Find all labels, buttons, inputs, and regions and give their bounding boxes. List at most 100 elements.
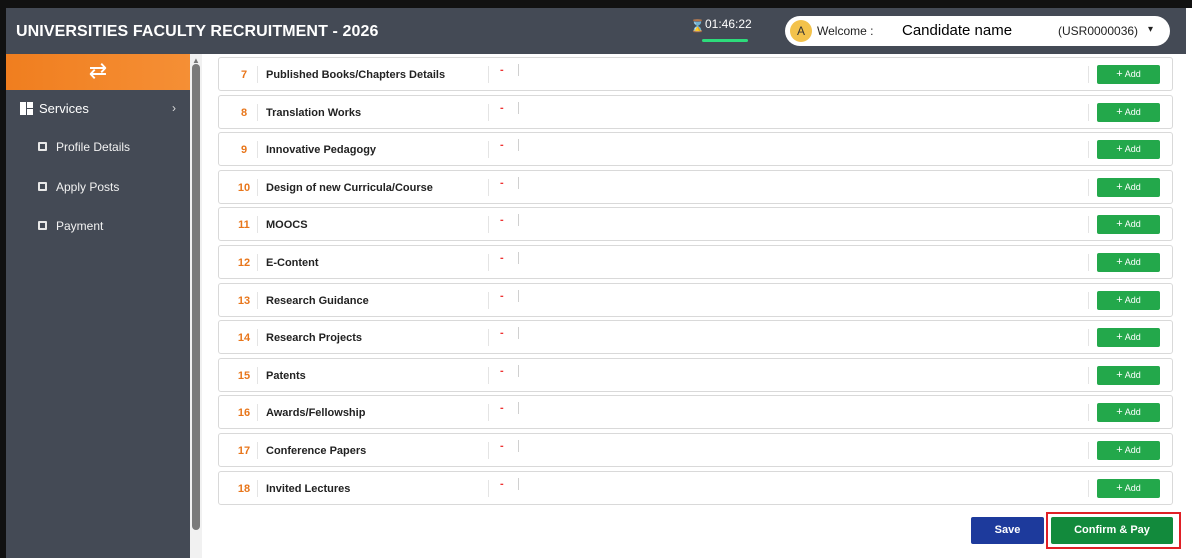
add-button-label: Add: [1124, 482, 1141, 493]
list-item: 9 Innovative Pedagogy - + Add: [218, 132, 1173, 167]
add-button-label: Add: [1124, 332, 1141, 343]
row-title: E-Content: [266, 256, 319, 269]
list-item: 14 Research Projects - + Add: [218, 320, 1173, 355]
row-value: -: [500, 64, 504, 76]
row-title: Conference Papers: [266, 444, 367, 457]
timer-value: 01:46:22: [705, 17, 752, 31]
add-button-label: Add: [1124, 407, 1141, 418]
dashboard-icon: [20, 102, 33, 115]
hourglass-icon: ⌛: [690, 18, 705, 33]
window-edge: [1186, 8, 1192, 54]
add-button[interactable]: + Add: [1097, 65, 1160, 84]
list-item: 10 Design of new Curricula/Course - + Add: [218, 169, 1173, 204]
plus-icon: +: [1116, 406, 1123, 419]
list-item: 18 Invited Lectures - + Add: [218, 470, 1173, 505]
candidate-name: Candidate name: [902, 22, 1013, 39]
sidebar-item-payment[interactable]: Payment: [38, 219, 178, 237]
sidebar-toggle-button[interactable]: ⇄: [6, 54, 190, 90]
chevron-down-icon[interactable]: ▾: [1148, 24, 1153, 35]
save-button[interactable]: Save: [971, 517, 1044, 544]
user-menu[interactable]: A Welcome : Candidate name (USR0000036) …: [785, 16, 1170, 46]
row-title: Innovative Pedagogy: [266, 144, 377, 157]
row-number: 11: [238, 219, 250, 232]
plus-icon: +: [1116, 143, 1123, 156]
plus-icon: +: [1116, 105, 1123, 118]
row-title: Invited Lectures: [266, 482, 351, 495]
row-value: -: [500, 289, 504, 302]
row-title: Design of new Curricula/Course: [266, 181, 433, 194]
add-button-label: Add: [1124, 181, 1141, 192]
scrollbar[interactable]: ▲: [190, 54, 202, 558]
app-title: UNIVERSITIES FACULTY RECRUITMENT - 2026: [16, 23, 379, 40]
row-value: -: [500, 101, 504, 114]
add-button-label: Add: [1124, 144, 1141, 155]
square-icon: [38, 221, 47, 230]
add-button-label: Add: [1124, 219, 1141, 230]
section-list: 7 Published Books/Chapters Details - + Ad…: [218, 57, 1173, 508]
add-button[interactable]: + Add: [1097, 140, 1160, 160]
row-value: -: [500, 251, 504, 264]
sidebar-item-label: Apply Posts: [56, 180, 120, 194]
row-number: 14: [237, 332, 251, 345]
row-number: 13: [237, 294, 251, 307]
chevron-right-icon: ›: [172, 101, 176, 115]
add-button[interactable]: + Add: [1097, 252, 1160, 272]
row-number: 9: [240, 144, 248, 157]
sidebar-item-label: Services: [39, 101, 89, 116]
plus-icon: +: [1116, 293, 1123, 306]
sidebar-item-label: Profile Details: [56, 140, 131, 154]
list-item: 12 E-Content - + Add: [218, 244, 1173, 279]
avatar: A: [790, 20, 812, 42]
row-number: 10: [237, 181, 251, 194]
list-item: 7 Published Books/Chapters Details - + Ad…: [218, 57, 1173, 91]
list-item: 15 Patents - + Add: [218, 357, 1173, 392]
add-button[interactable]: + Add: [1097, 215, 1160, 235]
row-value: -: [500, 214, 504, 227]
row-title: Translation Works: [266, 106, 362, 119]
row-value: -: [500, 364, 504, 377]
confirm-pay-button[interactable]: Confirm & Pay: [1051, 517, 1173, 544]
add-button[interactable]: + Add: [1097, 403, 1160, 423]
add-button[interactable]: + Add: [1097, 440, 1160, 460]
plus-icon: +: [1116, 180, 1123, 193]
row-title: MOOCS: [266, 219, 308, 232]
add-button[interactable]: + Add: [1097, 102, 1160, 122]
add-button-label: Add: [1124, 256, 1141, 267]
plus-icon: +: [1116, 255, 1123, 268]
square-icon: [38, 142, 47, 151]
sidebar-item-services[interactable]: Services ›: [20, 100, 180, 120]
add-button-label: Add: [1124, 444, 1141, 455]
swap-arrows-icon: ⇄: [88, 58, 108, 83]
add-button[interactable]: + Add: [1097, 177, 1160, 197]
row-number: 7: [240, 69, 248, 81]
welcome-label: Welcome :: [817, 24, 874, 38]
list-item: 16 Awards/Fellowship - + Add: [218, 395, 1173, 430]
row-number: 8: [240, 106, 248, 119]
sidebar-item-label: Payment: [56, 219, 104, 233]
add-button[interactable]: + Add: [1097, 290, 1160, 310]
row-value: -: [500, 477, 504, 490]
plus-icon: +: [1116, 481, 1123, 494]
add-button[interactable]: + Add: [1097, 365, 1160, 385]
list-item: 13 Research Guidance - + Add: [218, 282, 1173, 317]
row-number: 12: [237, 256, 251, 269]
row-title: Awards/Fellowship: [266, 407, 366, 420]
sidebar-item-apply-posts[interactable]: Apply Posts: [38, 180, 178, 198]
row-title: Research Projects: [266, 332, 362, 345]
row-value: -: [500, 439, 504, 452]
add-button[interactable]: + Add: [1097, 328, 1160, 348]
row-title: Research Guidance: [266, 294, 369, 307]
row-number: 15: [237, 369, 251, 382]
plus-icon: +: [1116, 443, 1123, 456]
user-id: (USR0000036): [1058, 24, 1139, 38]
square-icon: [38, 182, 47, 191]
sidebar-item-profile-details[interactable]: Profile Details: [38, 140, 178, 158]
add-button-label: Add: [1124, 69, 1141, 79]
add-button[interactable]: + Add: [1097, 478, 1160, 498]
scrollbar-thumb[interactable]: [192, 64, 200, 530]
row-value: -: [500, 139, 504, 152]
add-button-label: Add: [1124, 106, 1141, 117]
plus-icon: +: [1116, 368, 1123, 381]
list-item: 17 Conference Papers - + Add: [218, 432, 1173, 467]
plus-icon: +: [1116, 218, 1123, 231]
